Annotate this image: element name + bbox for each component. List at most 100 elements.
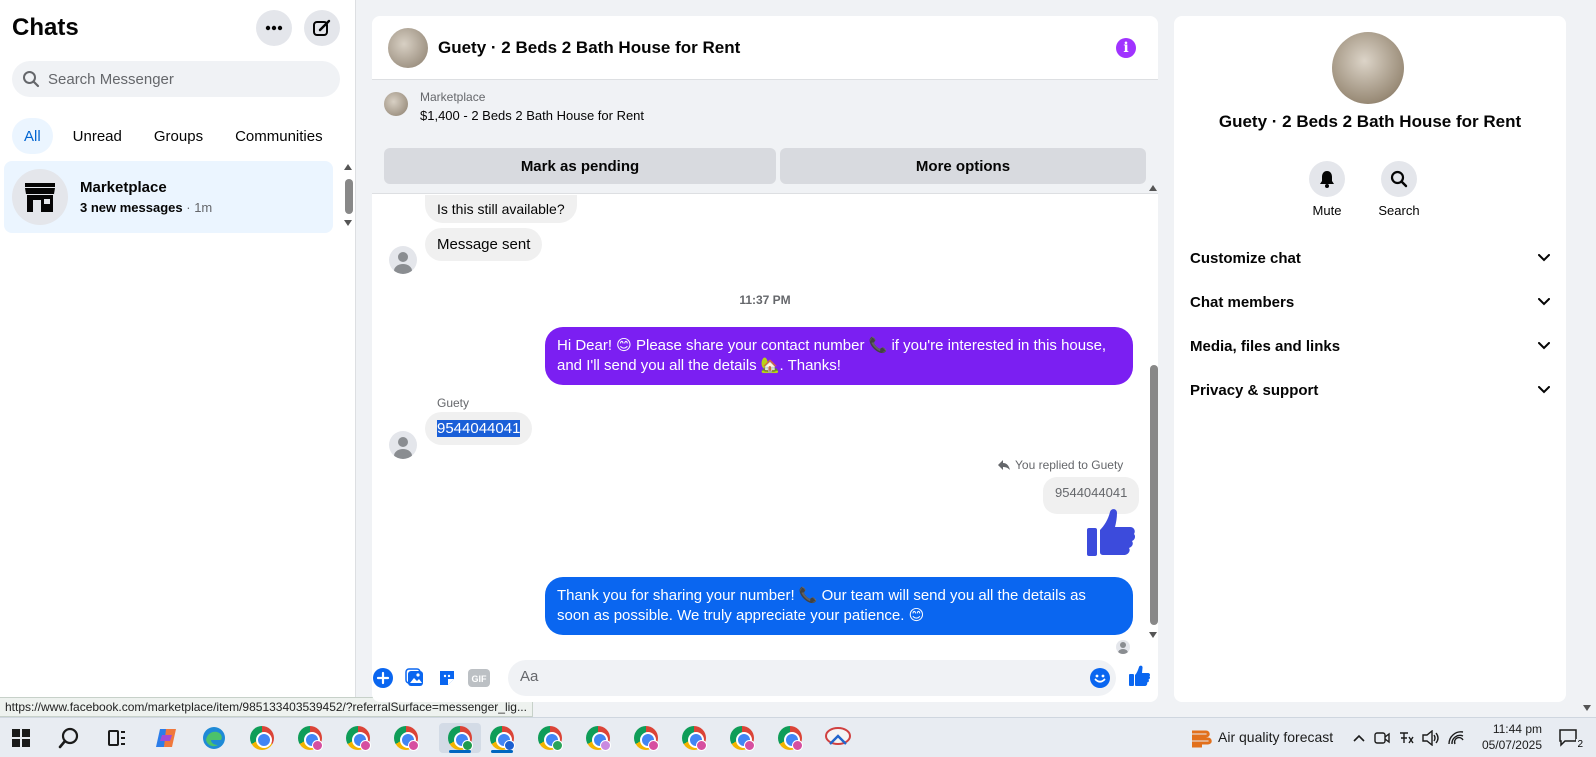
- chevron-up-icon: [1353, 734, 1365, 742]
- notification-count: 2: [1576, 739, 1584, 750]
- conversation-avatar[interactable]: [388, 27, 428, 68]
- image-icon: [405, 668, 423, 686]
- sidebar-title: Chats: [12, 14, 79, 41]
- message-composer: GIF: [372, 656, 1158, 702]
- sticker-icon: [440, 671, 454, 685]
- chrome-profile-app[interactable]: [679, 723, 709, 753]
- search-box[interactable]: [12, 61, 340, 97]
- sender-name: Guety: [437, 396, 470, 410]
- message-input[interactable]: [520, 668, 1060, 685]
- language-button[interactable]: [1396, 723, 1416, 753]
- info-icon[interactable]: i: [1116, 38, 1136, 58]
- meet-now-button[interactable]: [1372, 723, 1392, 753]
- chevron-down-icon: [1538, 342, 1550, 350]
- conversation-info-panel: Guety · 2 Beds 2 Bath House for Rent Mut…: [1174, 16, 1566, 702]
- outgoing-message: Thank you for sharing your number! 📞 Our…: [545, 577, 1133, 635]
- search-icon: [58, 727, 79, 749]
- chrome-profile-app[interactable]: [391, 723, 421, 753]
- thread-scroll-up[interactable]: [1149, 185, 1157, 191]
- chrome-app[interactable]: [247, 723, 277, 753]
- weather-text[interactable]: Air quality forecast: [1218, 729, 1333, 745]
- mute-label: Mute: [1312, 203, 1342, 218]
- weather-widget[interactable]: [1186, 723, 1216, 753]
- listing-title[interactable]: $1,400 - 2 Beds 2 Bath House for Rent: [420, 108, 644, 123]
- chrome-profile-app[interactable]: [631, 723, 661, 753]
- filter-all[interactable]: All: [12, 118, 53, 154]
- copilot-app[interactable]: [151, 723, 181, 753]
- chat-list-sidebar: Chats All Unread Groups Communities Mark…: [0, 0, 356, 717]
- chrome-profile-app[interactable]: [535, 723, 565, 753]
- chrome-profile-app[interactable]: [775, 723, 805, 753]
- filter-unread[interactable]: Unread: [61, 118, 134, 154]
- chrome-profile-app[interactable]: [583, 723, 613, 753]
- chat-list-item-marketplace[interactable]: Marketplace 3 new messages · 1m: [4, 161, 333, 233]
- network-button[interactable]: [1446, 723, 1466, 753]
- chrome-profile-app-active[interactable]: [439, 723, 481, 753]
- sidebar-scroll-down[interactable]: [344, 220, 352, 226]
- notifications-button[interactable]: 2: [1554, 723, 1584, 753]
- attach-media-button[interactable]: [404, 667, 426, 689]
- thumbs-up-icon: [1129, 665, 1150, 686]
- sidebar-scrollbar[interactable]: [345, 179, 353, 214]
- page-scroll-down[interactable]: [1583, 705, 1591, 711]
- search-icon: [23, 71, 40, 88]
- taskbar-search-button[interactable]: [54, 723, 84, 753]
- section-privacy-support[interactable]: Privacy & support: [1190, 368, 1550, 412]
- read-receipt-avatar: [1116, 640, 1130, 654]
- incoming-message-selected: 9544044041: [437, 420, 521, 437]
- reply-indicator: You replied to Guety: [997, 458, 1123, 472]
- section-label: Customize chat: [1190, 249, 1301, 267]
- marketplace-label: Marketplace: [420, 90, 486, 104]
- emoji-icon[interactable]: [1090, 668, 1110, 688]
- section-customize-chat[interactable]: Customize chat: [1190, 236, 1550, 280]
- listing-thumbnail[interactable]: [384, 92, 408, 116]
- chat-name: Marketplace: [80, 179, 167, 196]
- marketplace-listing-bar: Marketplace $1,400 - 2 Beds 2 Bath House…: [372, 80, 1158, 194]
- section-chat-members[interactable]: Chat members: [1190, 280, 1550, 324]
- clock[interactable]: 11:44 pm 05/07/2025: [1474, 721, 1542, 753]
- show-hidden-icons-button[interactable]: [1349, 723, 1369, 753]
- section-media-files-links[interactable]: Media, files and links: [1190, 324, 1550, 368]
- bell-icon: [1320, 171, 1334, 188]
- volume-button[interactable]: [1421, 723, 1441, 753]
- chat-preview: 3 new messages: [80, 200, 183, 215]
- chrome-profile-app[interactable]: [295, 723, 325, 753]
- section-label: Media, files and links: [1190, 337, 1341, 355]
- thread-scroll-down[interactable]: [1149, 632, 1157, 638]
- snipping-tool-app[interactable]: [823, 723, 853, 753]
- chevron-down-icon: [1538, 298, 1550, 306]
- message-thread: Is this still available? Message sent 11…: [372, 195, 1158, 655]
- conversation-title[interactable]: Guety · 2 Beds 2 Bath House for Rent: [438, 38, 740, 58]
- search-input[interactable]: [48, 70, 318, 88]
- mute-button[interactable]: Mute: [1297, 161, 1357, 218]
- mark-as-pending-button[interactable]: Mark as pending: [384, 148, 776, 184]
- task-view-button[interactable]: [102, 723, 132, 753]
- more-options-button[interactable]: [256, 10, 292, 46]
- section-label: Privacy & support: [1190, 381, 1319, 399]
- chrome-profile-app[interactable]: [343, 723, 373, 753]
- more-options-listing-button[interactable]: More options: [780, 148, 1146, 184]
- filter-groups[interactable]: Groups: [142, 118, 215, 154]
- chrome-profile-app[interactable]: [727, 723, 757, 753]
- start-button[interactable]: [6, 723, 36, 753]
- thread-scrollbar[interactable]: [1150, 365, 1158, 625]
- wifi-icon: [1448, 731, 1464, 745]
- svg-text:GIF: GIF: [472, 674, 488, 684]
- search-icon: [1390, 170, 1408, 188]
- chrome-profile-app[interactable]: [487, 723, 517, 753]
- message-input-box[interactable]: [508, 660, 1116, 696]
- camera-icon: [1374, 732, 1390, 744]
- more-actions-button[interactable]: [372, 667, 394, 689]
- filter-tabs: All Unread Groups Communities: [12, 118, 335, 154]
- profile-avatar[interactable]: [1332, 32, 1404, 104]
- sticker-button[interactable]: [436, 667, 458, 689]
- send-like-button[interactable]: [1128, 665, 1150, 687]
- edge-app[interactable]: [199, 723, 229, 753]
- new-message-button[interactable]: [304, 10, 340, 46]
- sidebar-scroll-up[interactable]: [344, 164, 352, 170]
- incoming-message: Message sent: [425, 228, 543, 261]
- message-timestamp: 11:37 PM: [739, 293, 791, 307]
- filter-communities[interactable]: Communities: [223, 118, 335, 154]
- search-in-conversation-button[interactable]: Search: [1369, 161, 1429, 218]
- gif-button[interactable]: GIF: [468, 667, 490, 689]
